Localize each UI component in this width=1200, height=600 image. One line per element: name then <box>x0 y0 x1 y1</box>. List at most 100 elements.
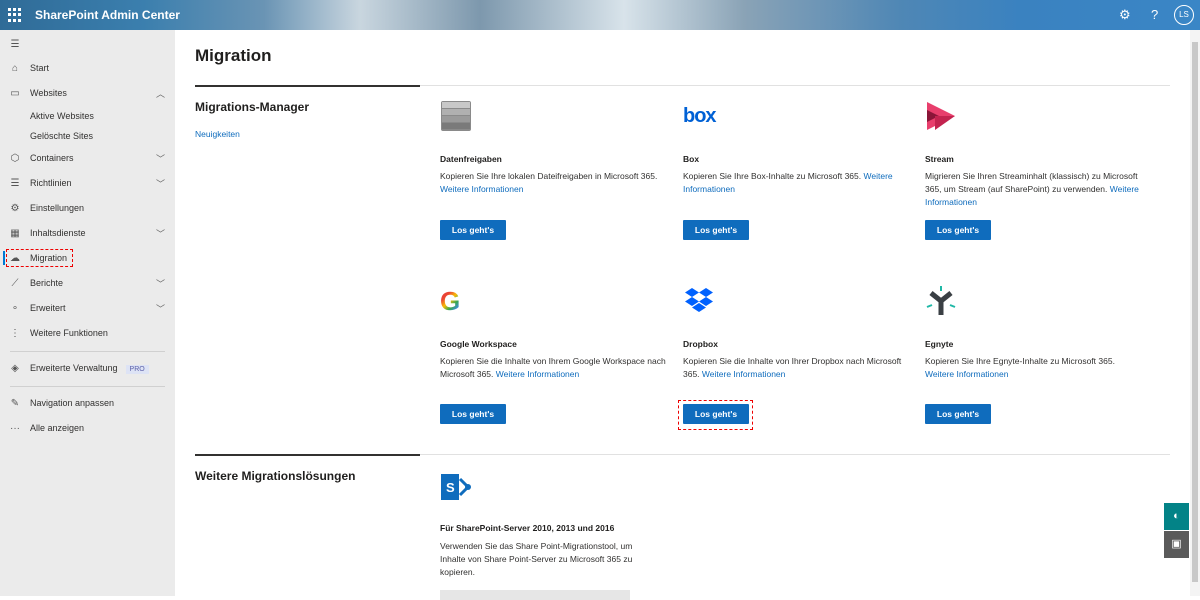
sidebar: ☰ ⌂ Start ▭ Websites ︿ Aktive Websites Gelö… <box>0 30 175 596</box>
news-link[interactable]: Neuigkeiten <box>195 129 240 139</box>
scrollbar[interactable] <box>1190 30 1200 596</box>
scrollbar-thumb[interactable] <box>1192 42 1198 582</box>
diamond-icon: ◈ <box>11 362 19 374</box>
start-button-egnyte[interactable]: Los geht's <box>925 404 991 424</box>
more-info-link[interactable]: Weitere Informationen <box>925 369 1008 379</box>
gear-icon: ⚙ <box>10 202 20 214</box>
section-divider <box>195 454 420 456</box>
card-description: Kopieren Sie die Inhalte von Ihrem Googl… <box>440 356 666 379</box>
feedback-icon: ▣ <box>1171 538 1182 550</box>
chevron-down-icon: ﹀ <box>156 228 166 239</box>
card-title: Google Workspace <box>440 339 517 349</box>
sidebar-item-label: Richtlinien <box>30 178 72 188</box>
app-launcher-icon[interactable] <box>8 8 22 22</box>
card-title: Datenfreigaben <box>440 154 502 164</box>
card-description: Kopieren Sie Ihre lokalen Dateifreigaben… <box>440 171 658 194</box>
sidebar-item-erweiterte-verwaltung[interactable]: ◈ Erweiterte Verwaltung PRO <box>0 357 175 379</box>
content-icon: ▦ <box>10 227 20 239</box>
sidebar-item-berichte[interactable]: ⟋ Berichte ﹀ <box>0 272 175 294</box>
dropbox-logo-icon <box>685 288 713 312</box>
more-info-link[interactable]: Weitere Informationen <box>440 184 523 194</box>
collapse-nav-button[interactable]: ☰ <box>0 33 175 55</box>
section-divider <box>195 85 420 87</box>
ellipsis-icon: ··· <box>10 422 20 434</box>
start-button-box[interactable]: Los geht's <box>683 220 749 240</box>
sidebar-item-start[interactable]: ⌂ Start <box>0 57 175 79</box>
sidebar-item-label: Berichte <box>30 278 64 288</box>
feedback-button[interactable]: ▣ <box>1164 531 1189 558</box>
sidebar-item-aktive-websites[interactable]: Aktive Websites <box>0 105 175 127</box>
sidebar-item-label: Einstellungen <box>30 203 85 213</box>
egnyte-logo-icon <box>926 286 956 315</box>
home-icon: ⌂ <box>11 62 19 74</box>
divider <box>10 386 165 387</box>
card-title: Dropbox <box>683 339 718 349</box>
page-title: Migration <box>195 46 272 65</box>
chart-icon: ⟋ <box>11 277 19 289</box>
active-indicator <box>3 251 5 265</box>
sidebar-item-erweitert[interactable]: ∘ Erweitert ﹀ <box>0 297 175 319</box>
sidebar-item-label: Erweitert <box>30 303 66 313</box>
sidebar-item-alle-anzeigen[interactable]: ··· Alle anzeigen <box>0 417 175 439</box>
stream-logo-icon <box>927 102 955 130</box>
card-title: Stream <box>925 154 954 164</box>
sidebar-item-einstellungen[interactable]: ⚙ Einstellungen <box>0 197 175 219</box>
sidebar-item-geloeschte-sites[interactable]: Gelöschte Sites <box>0 125 175 147</box>
more-info-link[interactable]: Weitere Informationen <box>702 369 785 379</box>
sidebar-item-label: Gelöschte Sites <box>30 131 94 141</box>
card-description: Kopieren Sie Ihre Egnyte-Inhalte zu Micr… <box>925 356 1115 379</box>
chevron-down-icon: ﹀ <box>156 303 166 314</box>
help-icon[interactable]: ? <box>1151 7 1158 22</box>
section-title: Migrations-Manager <box>195 100 310 114</box>
card-description: Kopieren Sie Ihre Box-Inhalte zu Microso… <box>683 171 893 194</box>
section-divider <box>420 454 1170 455</box>
sidebar-item-label: Containers <box>30 153 74 163</box>
cube-icon: ⬡ <box>10 152 20 164</box>
start-button-datenfreigaben[interactable]: Los geht's <box>440 220 506 240</box>
card-title: Egnyte <box>925 339 954 349</box>
card-title: Box <box>683 154 700 164</box>
start-button-stream[interactable]: Los geht's <box>925 220 991 240</box>
sharepoint-logo-icon: S <box>441 474 471 500</box>
card-description: Migrieren Sie Ihren Streaminhalt (klassi… <box>925 171 1139 207</box>
sidebar-item-label: Alle anzeigen <box>30 423 85 433</box>
sidebar-item-weitere-funktionen[interactable]: ⋮ Weitere Funktionen <box>0 322 175 344</box>
browser-icon: ▭ <box>10 87 20 99</box>
help-chat-button[interactable]: ◐ <box>1164 503 1189 530</box>
sidebar-item-websites[interactable]: ▭ Websites ︿ <box>0 82 175 104</box>
top-bar: SharePoint Admin Center ⚙ ? LS <box>0 0 1200 30</box>
more-vertical-icon: ⋮ <box>10 327 20 339</box>
sidebar-item-label: Navigation anpassen <box>30 398 115 408</box>
user-avatar[interactable]: LS <box>1174 5 1194 25</box>
sidebar-item-richtlinien[interactable]: ☰ Richtlinien ﹀ <box>0 172 175 194</box>
card-description: Kopieren Sie die Inhalte von Ihrer Dropb… <box>683 356 902 379</box>
section-title: Weitere Migrationslösungen <box>195 469 356 483</box>
chevron-down-icon: ﹀ <box>156 278 166 289</box>
nodes-icon: ∘ <box>11 302 19 314</box>
highlight-box <box>6 249 73 267</box>
headset-icon: ◐ <box>1173 510 1180 522</box>
pro-badge: PRO <box>125 364 149 374</box>
card-title: Für SharePoint-Server 2010, 2013 und 201… <box>440 523 615 533</box>
file-share-icon <box>441 101 471 131</box>
divider <box>10 351 165 352</box>
settings-gear-icon[interactable]: ⚙ <box>1119 7 1131 23</box>
app-title[interactable]: SharePoint Admin Center <box>35 8 180 22</box>
start-button-sharepoint-server[interactable] <box>440 590 630 600</box>
sidebar-item-inhaltsdienste[interactable]: ▦ Inhaltsdienste ﹀ <box>0 222 175 244</box>
start-button-google-workspace[interactable]: Los geht's <box>440 404 506 424</box>
sidebar-item-label: Aktive Websites <box>30 111 94 121</box>
main-content: Migration Migrations-Manager Neuigkeiten… <box>175 30 1190 600</box>
google-logo-icon: G <box>440 285 464 317</box>
chevron-down-icon: ﹀ <box>156 178 166 189</box>
sidebar-item-label: Erweiterte Verwaltung <box>30 362 118 373</box>
svg-text:S: S <box>446 480 455 495</box>
more-info-link[interactable]: Weitere Informationen <box>496 369 579 379</box>
section-divider <box>420 85 1170 86</box>
sidebar-item-containers[interactable]: ⬡ Containers ﹀ <box>0 147 175 169</box>
chevron-down-icon: ﹀ <box>156 153 166 164</box>
sliders-icon: ☰ <box>10 177 20 189</box>
card-description: Verwenden Sie das Share Point-Migrations… <box>440 541 633 577</box>
sidebar-item-label: Inhaltsdienste <box>30 228 86 238</box>
sidebar-item-navigation-anpassen[interactable]: ✎ Navigation anpassen <box>0 392 175 414</box>
